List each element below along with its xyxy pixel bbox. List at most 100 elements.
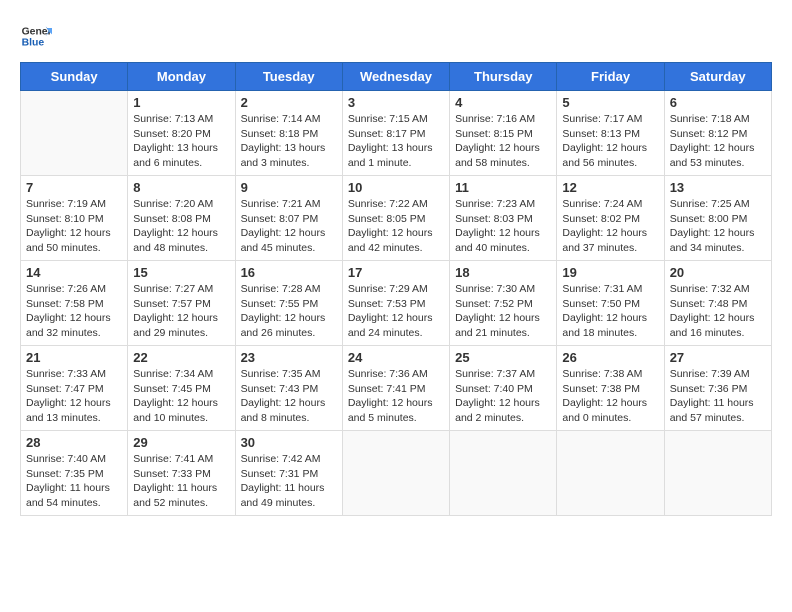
calendar-cell: [664, 431, 771, 516]
week-row-3: 14 Sunrise: 7:26 AMSunset: 7:58 PMDayligh…: [21, 261, 772, 346]
day-info: Sunrise: 7:14 AMSunset: 8:18 PMDaylight:…: [241, 112, 337, 171]
calendar-cell: 1 Sunrise: 7:13 AMSunset: 8:20 PMDaylight…: [128, 91, 235, 176]
day-number: 17: [348, 265, 444, 280]
week-row-1: 1 Sunrise: 7:13 AMSunset: 8:20 PMDaylight…: [21, 91, 772, 176]
day-info: Sunrise: 7:41 AMSunset: 7:33 PMDaylight:…: [133, 452, 229, 511]
day-info: Sunrise: 7:23 AMSunset: 8:03 PMDaylight:…: [455, 197, 551, 256]
day-number: 7: [26, 180, 122, 195]
weekday-header-thursday: Thursday: [450, 63, 557, 91]
day-info: Sunrise: 7:25 AMSunset: 8:00 PMDaylight:…: [670, 197, 766, 256]
day-info: Sunrise: 7:19 AMSunset: 8:10 PMDaylight:…: [26, 197, 122, 256]
calendar-cell: 6Sunrise: 7:18 AMSunset: 8:12 PMDaylight…: [664, 91, 771, 176]
logo: General Blue: [20, 20, 58, 52]
day-info: Sunrise: 7:42 AMSunset: 7:31 PMDaylight:…: [241, 452, 337, 511]
calendar-cell: 19 Sunrise: 7:31 AMSunset: 7:50 PMDayligh…: [557, 261, 664, 346]
day-info: Sunrise: 7:13 AMSunset: 8:20 PMDaylight:…: [133, 112, 229, 171]
calendar-cell: 27Sunrise: 7:39 AMSunset: 7:36 PMDayligh…: [664, 346, 771, 431]
day-info: Sunrise: 7:38 AMSunset: 7:38 PMDaylight:…: [562, 367, 658, 426]
weekday-header-friday: Friday: [557, 63, 664, 91]
calendar-cell: 15Sunrise: 7:27 AMSunset: 7:57 PMDayligh…: [128, 261, 235, 346]
calendar-cell: 23 Sunrise: 7:35 AMSunset: 7:43 PMDayligh…: [235, 346, 342, 431]
calendar-cell: [557, 431, 664, 516]
svg-text:Blue: Blue: [22, 38, 45, 49]
calendar-cell: [342, 431, 449, 516]
weekday-header-monday: Monday: [128, 63, 235, 91]
calendar-cell: [450, 431, 557, 516]
day-number: 2: [241, 95, 337, 110]
day-number: 3: [348, 95, 444, 110]
day-info: Sunrise: 7:37 AMSunset: 7:40 PMDaylight:…: [455, 367, 551, 426]
day-info: Sunrise: 7:22 AMSunset: 8:05 PMDaylight:…: [348, 197, 444, 256]
day-number: 20: [670, 265, 766, 280]
calendar-cell: 11 Sunrise: 7:23 AMSunset: 8:03 PMDayligh…: [450, 176, 557, 261]
calendar-cell: 4 Sunrise: 7:16 AMSunset: 8:15 PMDaylight…: [450, 91, 557, 176]
day-info: Sunrise: 7:24 AMSunset: 8:02 PMDaylight:…: [562, 197, 658, 256]
day-number: 13: [670, 180, 766, 195]
day-number: 8: [133, 180, 229, 195]
day-info: Sunrise: 7:26 AMSunset: 7:58 PMDaylight:…: [26, 282, 122, 341]
week-row-2: 7 Sunrise: 7:19 AMSunset: 8:10 PMDaylight…: [21, 176, 772, 261]
day-number: 10: [348, 180, 444, 195]
day-info: Sunrise: 7:36 AMSunset: 7:41 PMDaylight:…: [348, 367, 444, 426]
day-info: Sunrise: 7:16 AMSunset: 8:15 PMDaylight:…: [455, 112, 551, 171]
calendar-cell: 20 Sunrise: 7:32 AMSunset: 7:48 PMDayligh…: [664, 261, 771, 346]
day-info: Sunrise: 7:31 AMSunset: 7:50 PMDaylight:…: [562, 282, 658, 341]
weekday-header-saturday: Saturday: [664, 63, 771, 91]
day-info: Sunrise: 7:30 AMSunset: 7:52 PMDaylight:…: [455, 282, 551, 341]
day-info: Sunrise: 7:34 AMSunset: 7:45 PMDaylight:…: [133, 367, 229, 426]
calendar-cell: 7 Sunrise: 7:19 AMSunset: 8:10 PMDaylight…: [21, 176, 128, 261]
calendar-cell: 18 Sunrise: 7:30 AMSunset: 7:52 PMDayligh…: [450, 261, 557, 346]
page-header: General Blue: [20, 20, 772, 52]
weekday-header-tuesday: Tuesday: [235, 63, 342, 91]
calendar-table: SundayMondayTuesdayWednesdayThursdayFrid…: [20, 62, 772, 516]
day-info: Sunrise: 7:32 AMSunset: 7:48 PMDaylight:…: [670, 282, 766, 341]
day-number: 4: [455, 95, 551, 110]
day-number: 21: [26, 350, 122, 365]
day-number: 19: [562, 265, 658, 280]
day-number: 24: [348, 350, 444, 365]
day-info: Sunrise: 7:17 AMSunset: 8:13 PMDaylight:…: [562, 112, 658, 171]
day-number: 23: [241, 350, 337, 365]
day-number: 1: [133, 95, 229, 110]
week-row-4: 21 Sunrise: 7:33 AMSunset: 7:47 PMDayligh…: [21, 346, 772, 431]
calendar-cell: 25 Sunrise: 7:37 AMSunset: 7:40 PMDayligh…: [450, 346, 557, 431]
day-info: Sunrise: 7:27 AMSunset: 7:57 PMDaylight:…: [133, 282, 229, 341]
calendar-cell: 12 Sunrise: 7:24 AMSunset: 8:02 PMDayligh…: [557, 176, 664, 261]
calendar-cell: 22 Sunrise: 7:34 AMSunset: 7:45 PMDayligh…: [128, 346, 235, 431]
day-info: Sunrise: 7:40 AMSunset: 7:35 PMDaylight:…: [26, 452, 122, 511]
logo-icon: General Blue: [20, 20, 52, 52]
calendar-cell: 13 Sunrise: 7:25 AMSunset: 8:00 PMDayligh…: [664, 176, 771, 261]
calendar-cell: 16 Sunrise: 7:28 AMSunset: 7:55 PMDayligh…: [235, 261, 342, 346]
calendar-cell: 28 Sunrise: 7:40 AMSunset: 7:35 PMDayligh…: [21, 431, 128, 516]
weekday-header-row: SundayMondayTuesdayWednesdayThursdayFrid…: [21, 63, 772, 91]
calendar-cell: 26 Sunrise: 7:38 AMSunset: 7:38 PMDayligh…: [557, 346, 664, 431]
day-info: Sunrise: 7:18 AMSunset: 8:12 PMDaylight:…: [670, 112, 766, 171]
calendar-cell: 17 Sunrise: 7:29 AMSunset: 7:53 PMDayligh…: [342, 261, 449, 346]
calendar-cell: 30 Sunrise: 7:42 AMSunset: 7:31 PMDayligh…: [235, 431, 342, 516]
day-number: 12: [562, 180, 658, 195]
day-number: 30: [241, 435, 337, 450]
day-info: Sunrise: 7:28 AMSunset: 7:55 PMDaylight:…: [241, 282, 337, 341]
calendar-cell: 9Sunrise: 7:21 AMSunset: 8:07 PMDaylight…: [235, 176, 342, 261]
day-number: 5: [562, 95, 658, 110]
day-number: 18: [455, 265, 551, 280]
day-number: 25: [455, 350, 551, 365]
calendar-cell: 21 Sunrise: 7:33 AMSunset: 7:47 PMDayligh…: [21, 346, 128, 431]
day-number: 14: [26, 265, 122, 280]
weekday-header-sunday: Sunday: [21, 63, 128, 91]
day-number: 16: [241, 265, 337, 280]
weekday-header-wednesday: Wednesday: [342, 63, 449, 91]
day-number: 22: [133, 350, 229, 365]
day-info: Sunrise: 7:35 AMSunset: 7:43 PMDaylight:…: [241, 367, 337, 426]
day-number: 26: [562, 350, 658, 365]
day-info: Sunrise: 7:33 AMSunset: 7:47 PMDaylight:…: [26, 367, 122, 426]
calendar-cell: [21, 91, 128, 176]
day-number: 11: [455, 180, 551, 195]
day-info: Sunrise: 7:29 AMSunset: 7:53 PMDaylight:…: [348, 282, 444, 341]
day-number: 9: [241, 180, 337, 195]
calendar-cell: 2 Sunrise: 7:14 AMSunset: 8:18 PMDaylight…: [235, 91, 342, 176]
day-info: Sunrise: 7:39 AMSunset: 7:36 PMDaylight:…: [670, 367, 766, 426]
day-number: 28: [26, 435, 122, 450]
calendar-cell: 24 Sunrise: 7:36 AMSunset: 7:41 PMDayligh…: [342, 346, 449, 431]
calendar-cell: 14 Sunrise: 7:26 AMSunset: 7:58 PMDayligh…: [21, 261, 128, 346]
